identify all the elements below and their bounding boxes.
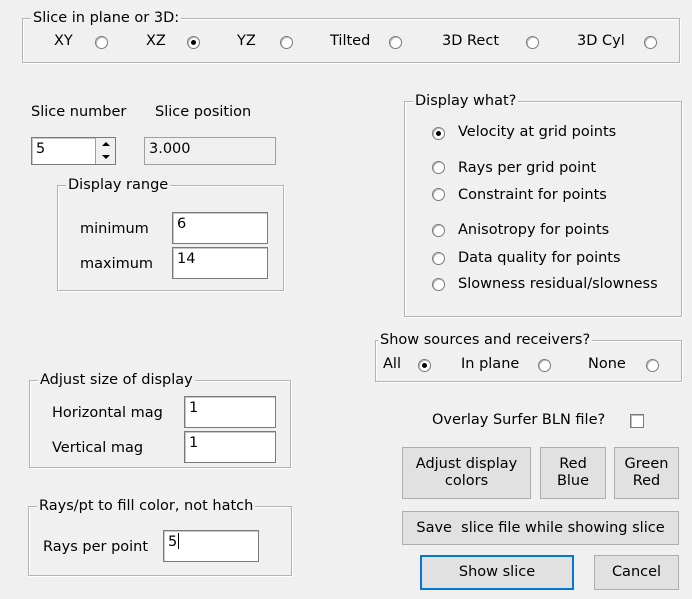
- slice-position-field: 3.000: [144, 137, 276, 165]
- horizontal-mag-label: Horizontal mag: [52, 405, 163, 421]
- option-none-label[interactable]: None: [588, 356, 626, 372]
- show-sources-title: Show sources and receivers?: [378, 331, 593, 349]
- option-in-plane-label[interactable]: In plane: [461, 356, 519, 372]
- option-label-xz[interactable]: XZ: [146, 33, 166, 49]
- adjust-display-colors-label-line1: Adjust display: [415, 456, 518, 472]
- rays-per-point-label: Rays per point: [43, 539, 149, 555]
- spin-down-arrow-icon[interactable]: [96, 151, 115, 163]
- radio-velocity[interactable]: [432, 127, 445, 140]
- option-constraint-label[interactable]: Constraint for points: [458, 187, 607, 203]
- cancel-label: Cancel: [611, 564, 662, 580]
- minimum-label: minimum: [80, 221, 149, 237]
- option-data-quality-label[interactable]: Data quality for points: [458, 250, 621, 266]
- radio-slowness-residual[interactable]: [432, 278, 445, 291]
- radio-3d-rect[interactable]: [526, 36, 539, 49]
- maximum-label: maximum: [80, 256, 154, 272]
- option-label-3d-cyl[interactable]: 3D Cyl: [577, 33, 625, 49]
- green-red-button[interactable]: Green Red: [614, 447, 679, 499]
- cancel-button[interactable]: Cancel: [594, 555, 679, 590]
- option-all-label[interactable]: All: [383, 356, 401, 372]
- save-slice-file-label: Save slice file while showing slice: [416, 519, 665, 536]
- vertical-mag-input[interactable]: 1: [184, 431, 276, 463]
- show-slice-button[interactable]: Show slice: [420, 555, 574, 590]
- slice-position-value: 3.000: [149, 141, 191, 157]
- horizontal-mag-input[interactable]: 1: [184, 396, 276, 428]
- option-label-tilted[interactable]: Tilted: [330, 33, 370, 49]
- green-red-label-line2: Red: [632, 473, 661, 489]
- display-what-title: Display what?: [413, 92, 519, 110]
- slice-number-spinner[interactable]: [95, 138, 115, 164]
- overlay-bln-checkbox[interactable]: [630, 414, 644, 428]
- slice-number-value[interactable]: 5: [36, 141, 45, 157]
- spin-up-arrow-icon[interactable]: [96, 138, 115, 150]
- option-anisotropy-label[interactable]: Anisotropy for points: [458, 222, 609, 238]
- radio-xy[interactable]: [95, 36, 108, 49]
- radio-tilted[interactable]: [389, 36, 402, 49]
- option-velocity-label[interactable]: Velocity at grid points: [458, 124, 616, 140]
- radio-3d-cyl[interactable]: [644, 36, 657, 49]
- adjust-size-title: Adjust size of display: [38, 371, 195, 389]
- rays-fill-title: Rays/pt to fill color, not hatch: [37, 497, 256, 515]
- red-blue-button[interactable]: Red Blue: [540, 447, 606, 499]
- red-blue-label-line1: Red: [559, 456, 587, 472]
- adjust-display-colors-label-line2: colors: [444, 473, 489, 489]
- vertical-mag-value[interactable]: 1: [189, 435, 198, 451]
- slice-number-label: Slice number: [31, 104, 127, 120]
- show-slice-label: Show slice: [458, 564, 536, 580]
- radio-constraint[interactable]: [432, 188, 445, 201]
- minimum-input[interactable]: 6: [172, 212, 268, 244]
- slice-position-label: Slice position: [155, 104, 252, 120]
- horizontal-mag-value[interactable]: 1: [189, 400, 198, 416]
- radio-data-quality[interactable]: [432, 252, 445, 265]
- maximum-input[interactable]: 14: [172, 247, 268, 279]
- vertical-mag-label: Vertical mag: [52, 440, 144, 456]
- option-label-yz[interactable]: YZ: [237, 33, 256, 49]
- option-rays-per-grid-label[interactable]: Rays per grid point: [458, 160, 596, 176]
- radio-in-plane[interactable]: [538, 359, 551, 372]
- option-label-3d-rect[interactable]: 3D Rect: [442, 33, 499, 49]
- overlay-bln-label[interactable]: Overlay Surfer BLN file?: [432, 412, 605, 428]
- option-label-xy[interactable]: XY: [54, 33, 73, 49]
- radio-all[interactable]: [418, 359, 431, 372]
- radio-yz[interactable]: [280, 36, 293, 49]
- radio-xz[interactable]: [187, 36, 200, 49]
- slice-number-spinbox[interactable]: 5: [31, 137, 116, 165]
- rays-per-point-value[interactable]: 5: [168, 534, 177, 550]
- radio-anisotropy[interactable]: [432, 224, 445, 237]
- option-slowness-residual-label[interactable]: Slowness residual/slowness: [458, 276, 658, 292]
- minimum-value[interactable]: 6: [177, 216, 186, 232]
- slice-plane-group-title: Slice in plane or 3D:: [31, 9, 182, 27]
- radio-none[interactable]: [646, 359, 659, 372]
- maximum-value[interactable]: 14: [177, 251, 195, 267]
- red-blue-label-line2: Blue: [556, 473, 590, 489]
- adjust-display-colors-button[interactable]: Adjust display colors: [402, 447, 531, 499]
- display-range-title: Display range: [66, 176, 171, 194]
- radio-rays-per-grid[interactable]: [432, 161, 445, 174]
- rays-per-point-input[interactable]: 5: [163, 530, 259, 562]
- save-slice-file-button[interactable]: Save slice file while showing slice: [402, 511, 679, 545]
- green-red-label-line1: Green: [624, 456, 669, 472]
- text-cursor-icon: [178, 533, 180, 549]
